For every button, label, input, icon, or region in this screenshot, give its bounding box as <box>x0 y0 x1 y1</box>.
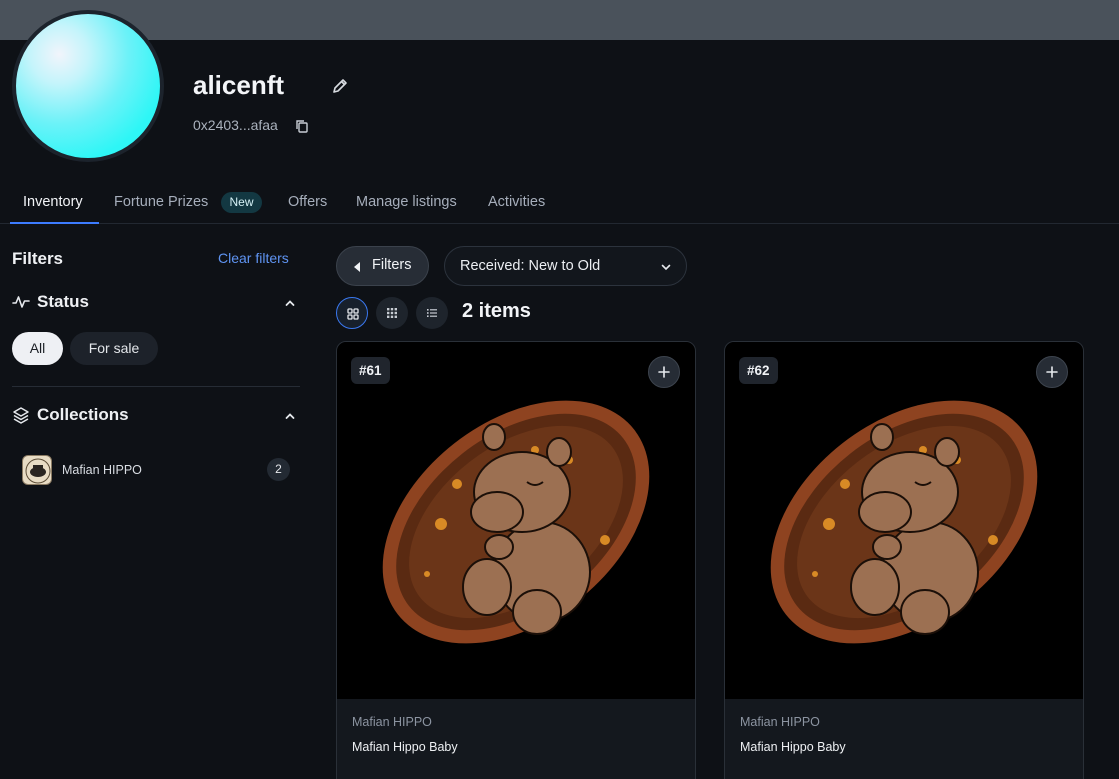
status-all-pill[interactable]: All <box>12 332 63 365</box>
card-collection-name: Mafian HIPPO <box>352 715 432 729</box>
collection-name: Mafian HIPPO <box>62 463 142 477</box>
tab-fortune-prizes[interactable]: Fortune Prizes <box>114 194 208 210</box>
collection-logo <box>22 455 52 485</box>
layers-icon <box>13 407 29 424</box>
sidebar-divider <box>12 386 300 387</box>
profile-avatar <box>12 10 164 162</box>
status-for-sale-pill[interactable]: For sale <box>70 332 158 365</box>
card-item-name: Mafian Hippo Baby <box>740 740 846 754</box>
active-tab-indicator <box>10 222 99 224</box>
grid-large-view-button[interactable] <box>336 297 368 329</box>
tab-offers[interactable]: Offers <box>288 194 327 210</box>
token-number: #61 <box>351 357 390 384</box>
collections-heading: Collections <box>37 405 129 424</box>
caret-left-icon <box>354 262 360 272</box>
nft-card[interactable]: #61 Mafian HIPPO Mafian Hippo Baby <box>336 341 696 779</box>
chevron-down-icon <box>661 264 671 271</box>
tab-bar: Inventory Fortune Prizes Offers Manage l… <box>0 184 1119 224</box>
filters-button-label: Filters <box>372 257 412 273</box>
status-heading: Status <box>37 292 89 311</box>
tab-manage-listings[interactable]: Manage listings <box>356 194 457 210</box>
activity-icon <box>12 296 30 308</box>
clear-filters-link[interactable]: Clear filters <box>218 250 289 266</box>
chevron-up-icon[interactable] <box>283 296 297 310</box>
card-item-name: Mafian Hippo Baby <box>352 740 458 754</box>
top-banner <box>0 0 1119 40</box>
grid-small-view-button[interactable] <box>376 297 408 329</box>
collection-count: 2 <box>267 458 290 481</box>
filters-heading: Filters <box>12 249 64 268</box>
plus-icon <box>658 366 670 378</box>
toggle-filters-button[interactable]: Filters <box>336 246 429 286</box>
status-section-header[interactable]: Status <box>12 292 302 314</box>
sort-dropdown[interactable]: Received: New to Old <box>444 246 687 286</box>
chevron-up-icon[interactable] <box>283 409 297 423</box>
nft-image <box>337 342 695 699</box>
copy-icon[interactable] <box>295 119 309 133</box>
add-to-cart-button[interactable] <box>648 356 680 388</box>
card-collection-name: Mafian HIPPO <box>740 715 820 729</box>
items-count: 2 items <box>462 300 531 322</box>
edit-icon[interactable] <box>330 76 350 96</box>
new-badge: New <box>221 192 262 213</box>
list-icon <box>427 309 437 317</box>
plus-icon <box>1046 366 1058 378</box>
add-to-cart-button[interactable] <box>1036 356 1068 388</box>
tab-inventory[interactable]: Inventory <box>23 194 83 210</box>
profile-username: alicenft <box>193 70 285 100</box>
grid-large-icon <box>347 308 359 320</box>
list-view-button[interactable] <box>416 297 448 329</box>
collections-section-header[interactable]: Collections <box>12 405 302 427</box>
collection-item-mafian-hippo[interactable]: Mafian HIPPO 2 <box>22 455 292 485</box>
tab-activities[interactable]: Activities <box>488 194 545 210</box>
grid-small-icon <box>387 308 397 318</box>
token-number: #62 <box>739 357 778 384</box>
nft-image <box>725 342 1083 699</box>
sort-value: Received: New to Old <box>460 258 601 274</box>
nft-card[interactable]: #62 Mafian HIPPO Mafian Hippo Baby <box>724 341 1084 779</box>
wallet-address: 0x2403...afaa <box>193 117 278 133</box>
